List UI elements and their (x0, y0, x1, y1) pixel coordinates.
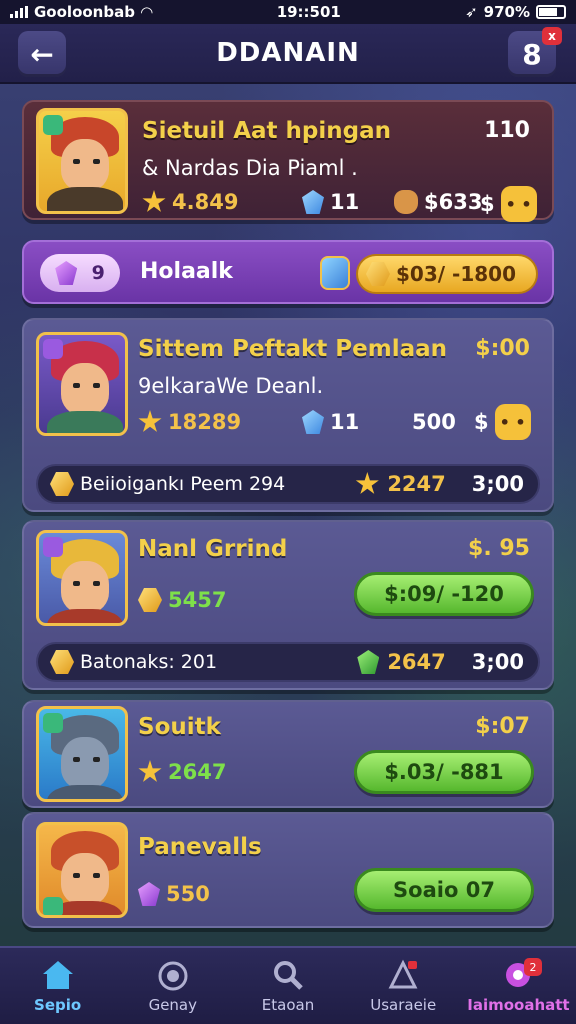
battery-percent: 970% (483, 3, 530, 21)
carrier-name: Gooloonbab (34, 3, 135, 21)
tools-icon (385, 958, 421, 992)
status-bar: Gooloonbab ◠ 19::501 ➶ 970% (0, 0, 576, 24)
buy-button[interactable]: $.03/ -881 (354, 750, 534, 794)
gems-value: 11 (330, 410, 360, 434)
crystal-icon (138, 882, 160, 906)
nav-label: Iaimooahatt (467, 996, 570, 1014)
hero-avatar (36, 822, 128, 918)
app-header: ← DDANAIN 8 x (0, 24, 576, 84)
gold-cube-icon (138, 588, 162, 612)
star-icon (138, 760, 162, 782)
leaf-gem-icon (357, 650, 380, 674)
page-title: DDANAIN (216, 38, 360, 68)
crystal-icon (55, 261, 78, 285)
card-price: $:07 (475, 714, 530, 739)
gems-value: 11 (330, 190, 360, 214)
buy-button[interactable]: Soaio 07 (354, 868, 534, 912)
promo-buy-button[interactable]: $03/ -1800 (356, 254, 538, 294)
gold-bar-icon (366, 262, 390, 286)
wifi-icon: ◠ (140, 3, 153, 21)
star-icon (142, 190, 166, 212)
card-price: 110 (484, 118, 530, 143)
count-value: 500 (412, 410, 456, 434)
offer-card-2[interactable]: Sittem Peftakt Pemlaan $:00 9elkaraWe De… (22, 318, 554, 512)
promo-label: Holaalk (140, 259, 233, 284)
bottom-navigation: Sepio Genay Etaoan Usaraeie 2 Iaimooahat… (0, 946, 576, 1024)
gems-value: 550 (166, 882, 210, 906)
card-price: $:00 (475, 336, 530, 361)
promo-bar[interactable]: 9 Holaalk $03/ -1800 (22, 240, 554, 304)
level-chip: 9 (40, 254, 120, 292)
card-title: Panevalls (138, 834, 262, 860)
strip-label: Batonaks: 201 (80, 651, 218, 673)
offer-card-3[interactable]: Nanl Grrind $. 95 5457 $:09/ -120 Batona… (22, 520, 554, 690)
potion-icon (320, 256, 350, 290)
offer-card-1[interactable]: Sietuil Aat hpingan 110 & Nardas Dia Pia… (22, 100, 554, 222)
card-title: Souitk (138, 714, 221, 740)
nav-badge: 2 (524, 958, 543, 976)
nav-item-home[interactable]: Sepio (0, 948, 115, 1024)
offer-card-4[interactable]: Souitk $:07 2647 $.03/ -881 (22, 700, 554, 808)
gold-bar-icon (50, 650, 74, 674)
status-time: 19::501 (276, 3, 341, 21)
card-title: Nanl Grrind (138, 536, 288, 562)
nav-label: Etaoan (261, 996, 315, 1014)
location-icon: ➶ (465, 3, 478, 21)
nav-label: Usaraeie (370, 996, 437, 1014)
card-price: $. 95 (468, 536, 530, 561)
offer-card-5[interactable]: Panevalls 550 Soaio 07 (22, 812, 554, 928)
mascot-icon: • • (494, 404, 531, 440)
gem-icon (302, 410, 324, 434)
back-button[interactable]: ← (18, 31, 66, 77)
star-icon (355, 472, 379, 494)
hero-avatar (36, 108, 128, 214)
strip-price: 3;00 (471, 472, 524, 496)
notifications-button[interactable]: 8 x (508, 27, 562, 77)
signal-icon (10, 6, 28, 18)
strip-label: Beiioigankı Peem 294 (80, 473, 286, 495)
battery-icon (535, 5, 566, 19)
notification-count: 8 (522, 37, 542, 71)
chip-value: 9 (91, 262, 105, 284)
nav-item-search[interactable]: Etaoan (230, 948, 345, 1024)
currency-symbol: $ (474, 410, 489, 434)
card-title: Sittem Peftakt Pemlaan (138, 336, 448, 362)
home-icon (40, 958, 76, 992)
camera-icon (155, 958, 191, 992)
currency-symbol: $ (480, 192, 495, 216)
search-icon (270, 958, 306, 992)
nav-item-tools[interactable]: Usaraeie (346, 948, 461, 1024)
stars-value: 18289 (168, 410, 242, 434)
hero-avatar (36, 706, 128, 802)
strip-value: 2647 (387, 650, 446, 674)
gold-bar-icon (50, 472, 74, 496)
card-detail-strip: Beiioigankı Peem 294 2247 3;00 (36, 464, 540, 504)
card-subtitle: & Nardas Dia Piaml . (142, 156, 358, 180)
strip-value: 2247 (387, 472, 446, 496)
arrow-left-icon: ← (30, 37, 54, 71)
nav-item-camera[interactable]: Genay (115, 948, 230, 1024)
hero-avatar (36, 530, 128, 626)
bag-value: $633 (424, 190, 483, 214)
notification-badge: x (542, 27, 562, 45)
stars-value: 2647 (168, 760, 227, 784)
stars-value: 4.849 (172, 190, 239, 214)
card-detail-strip: Batonaks: 201 2647 3;00 (36, 642, 540, 682)
star-icon (138, 410, 162, 432)
card-subtitle: 9elkaraWe Deanl. (138, 374, 324, 398)
strip-price: 3;00 (471, 650, 524, 674)
nav-label: Genay (148, 996, 198, 1014)
gem-icon (302, 190, 324, 214)
bag-icon (394, 190, 418, 214)
card-title: Sietuil Aat hpingan (142, 118, 391, 144)
promo-price: $03/ -1800 (396, 262, 516, 286)
mascot-icon: • • (500, 186, 537, 222)
nav-item-flower[interactable]: 2 Iaimooahatt (461, 948, 576, 1024)
nav-label: Sepio (34, 996, 82, 1014)
buy-button[interactable]: $:09/ -120 (354, 572, 534, 616)
hero-avatar (36, 332, 128, 436)
coins-value: 5457 (168, 588, 227, 612)
